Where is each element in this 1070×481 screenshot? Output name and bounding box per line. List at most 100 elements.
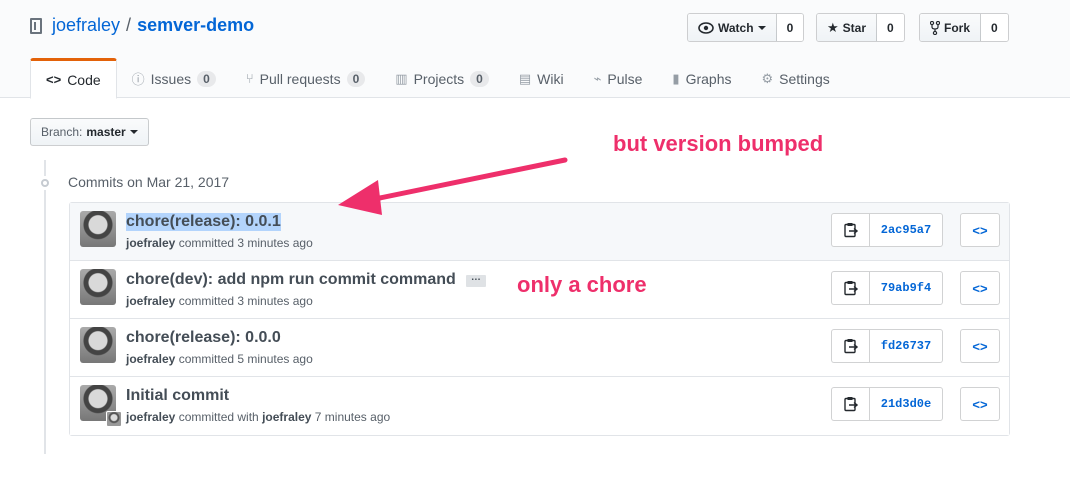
commit-author[interactable]: joefraley [126, 294, 175, 308]
chevron-down-icon [757, 25, 766, 30]
commit-message[interactable]: chore(dev): add npm run commit command … [126, 271, 486, 289]
commit-author[interactable]: joefraley [126, 352, 175, 366]
tab-issues[interactable]: ⓘ Issues 0 [117, 58, 231, 99]
commit-meta: joefraley committed 3 minutes ago [126, 236, 313, 250]
commit-row: chore(release): 0.0.0 joefraley committe… [70, 319, 1009, 377]
tab-graphs-label: Graphs [685, 70, 732, 87]
star-action: ★ Star 0 [816, 13, 905, 42]
copy-sha-button[interactable] [832, 330, 870, 362]
browse-code-button[interactable]: <> [960, 329, 1000, 363]
copy-sha-button[interactable] [832, 272, 870, 304]
clipboard-icon [843, 223, 858, 238]
tab-projects[interactable]: ▥ Projects 0 [380, 58, 504, 99]
commit-list: chore(release): 0.0.1 joefraley committe… [69, 202, 1010, 436]
tab-code[interactable]: <> Code [30, 58, 117, 99]
commit-sha-link[interactable]: 79ab9f4 [870, 272, 942, 304]
commit-sha-link[interactable]: 2ac95a7 [870, 214, 942, 246]
commit-message[interactable]: chore(release): 0.0.1 [126, 213, 281, 231]
commit-action: committed 3 minutes ago [178, 236, 313, 250]
tab-issues-label: Issues [150, 70, 192, 87]
fork-count[interactable]: 0 [981, 14, 1008, 41]
commit-message-text[interactable]: chore(release): 0.0.0 [126, 329, 281, 347]
tab-pulse-label: Pulse [607, 70, 643, 87]
watch-action: Watch 0 [687, 13, 805, 42]
repo-separator: / [126, 15, 132, 35]
commit-author[interactable]: joefraley [126, 410, 175, 424]
expand-message-button[interactable]: … [465, 273, 486, 287]
pulse-icon: ⌁ [593, 70, 602, 86]
commit-meta: joefraley committed 3 minutes ago [126, 294, 313, 308]
repo-nav: <> Code ⓘ Issues 0 ⑂ Pull requests 0 ▥ P… [30, 58, 845, 99]
coauthor-avatar[interactable] [106, 411, 122, 427]
commit-message[interactable]: chore(release): 0.0.0 [126, 329, 281, 347]
tab-pull-requests[interactable]: ⑂ Pull requests 0 [231, 58, 380, 99]
avatar[interactable] [80, 211, 116, 247]
star-label: Star [842, 20, 866, 35]
book-icon: ▤ [518, 70, 532, 86]
project-icon: ▥ [395, 70, 408, 86]
tab-projects-counter: 0 [470, 70, 489, 87]
tab-wiki-label: Wiki [537, 70, 564, 87]
code-icon: <> [972, 222, 988, 238]
tab-pull-requests-counter: 0 [346, 70, 366, 87]
repo-name-link[interactable]: semver-demo [137, 15, 254, 36]
repo-header: joefraley / semver-demo Watch 0 ★ Star 0… [0, 0, 1070, 99]
branch-select[interactable]: Branch: master [30, 118, 149, 146]
commit-sha-link[interactable]: 21d3d0e [870, 388, 942, 420]
clipboard-icon [843, 397, 858, 412]
commit-group-icon [38, 176, 52, 190]
gear-icon: ⚙ [761, 70, 774, 86]
tab-pulse[interactable]: ⌁ Pulse [579, 58, 658, 99]
commit-message[interactable]: Initial commit [126, 387, 229, 405]
commit-time: 7 minutes ago [314, 410, 391, 424]
sha-button-group: 2ac95a7 [831, 213, 943, 247]
commit-author[interactable]: joefraley [126, 236, 175, 250]
graph-icon: ▮ [672, 70, 680, 86]
repo-icon [30, 17, 42, 34]
browse-code-button[interactable]: <> [960, 271, 1000, 305]
browse-code-button[interactable]: <> [960, 387, 1000, 421]
code-icon: <> [972, 338, 988, 354]
sha-button-group: fd26737 [831, 329, 943, 363]
repo-owner-link[interactable]: joefraley [52, 15, 120, 36]
tab-projects-label: Projects [413, 70, 465, 87]
code-icon: <> [972, 280, 988, 296]
star-button[interactable]: ★ Star [817, 14, 877, 41]
commit-sha-link[interactable]: fd26737 [870, 330, 942, 362]
annotation-version-bumped: but version bumped [613, 131, 824, 156]
browse-code-button[interactable]: <> [960, 213, 1000, 247]
commit-row: Initial commit joefraley committed with … [70, 377, 1009, 435]
star-count[interactable]: 0 [877, 14, 904, 41]
commits-date-header: Commits on Mar 21, 2017 [68, 174, 230, 190]
commit-message-text[interactable]: chore(dev): add npm run commit command [126, 271, 456, 289]
timeline-line [44, 160, 46, 454]
avatar[interactable] [80, 269, 116, 305]
clipboard-icon [843, 281, 858, 296]
tab-issues-counter: 0 [197, 70, 216, 87]
commit-message-text[interactable]: chore(release): 0.0.1 [126, 213, 281, 231]
clipboard-icon [843, 339, 858, 354]
sha-button-group: 21d3d0e [831, 387, 943, 421]
repo-title: joefraley / semver-demo [30, 15, 254, 36]
fork-icon [930, 20, 940, 35]
avatar[interactable] [80, 327, 116, 363]
commit-meta: joefraley committed with joefraley 7 min… [126, 410, 390, 424]
commit-message-text[interactable]: Initial commit [126, 387, 229, 405]
commit-action: committed 5 minutes ago [178, 352, 313, 366]
watch-button[interactable]: Watch [688, 14, 777, 41]
fork-label: Fork [944, 20, 971, 35]
tab-graphs[interactable]: ▮ Graphs [657, 58, 746, 99]
star-icon: ★ [827, 19, 839, 35]
pull-request-icon: ⑂ [245, 71, 254, 86]
copy-sha-button[interactable] [832, 214, 870, 246]
watch-count[interactable]: 0 [776, 14, 804, 41]
fork-button[interactable]: Fork [920, 14, 982, 41]
commit-coauthor[interactable]: joefraley [262, 410, 311, 424]
branch-label: Branch: [41, 125, 83, 139]
tab-wiki[interactable]: ▤ Wiki [504, 58, 579, 99]
watch-label: Watch [718, 20, 754, 35]
tab-settings[interactable]: ⚙ Settings [747, 58, 845, 99]
tab-settings-label: Settings [779, 70, 830, 87]
commit-action: committed 3 minutes ago [178, 294, 313, 308]
copy-sha-button[interactable] [832, 388, 870, 420]
